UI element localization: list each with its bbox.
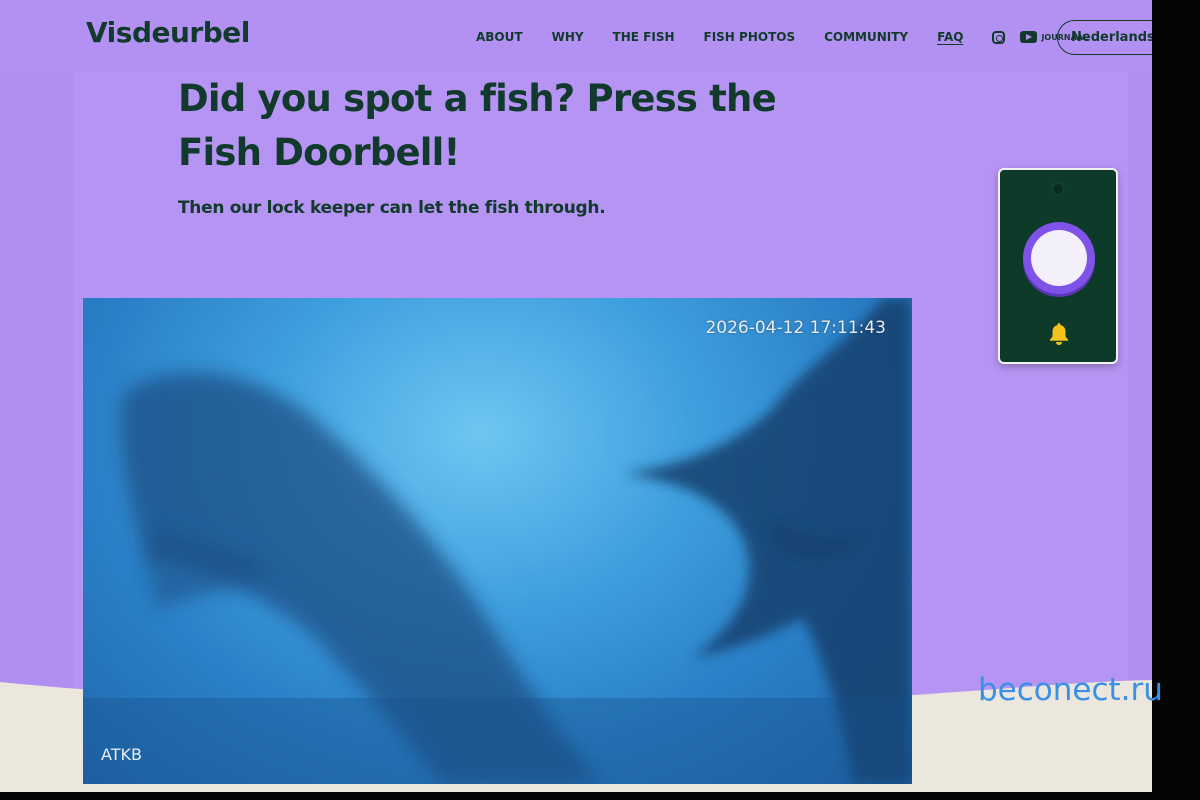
camera-label: ATKB	[101, 745, 142, 764]
youtube-icon	[1020, 31, 1038, 43]
camera-icon	[1051, 182, 1065, 196]
fish-silhouettes	[83, 298, 912, 784]
nav-fish-photos[interactable]: FISH PHOTOS	[704, 30, 796, 44]
hero-title: Did you spot a fish? Press the Fish Door…	[178, 77, 777, 174]
nav-why[interactable]: WHY	[552, 30, 584, 44]
fish-doorbell-widget	[998, 168, 1118, 364]
site-header: Visdeurbel ABOUT WHY THE FISH FISH PHOTO…	[0, 0, 1152, 72]
nav-faq[interactable]: FAQ	[937, 30, 963, 44]
instagram-icon[interactable]	[992, 30, 1006, 44]
nav-the-fish[interactable]: THE FISH	[613, 30, 675, 44]
nav-community[interactable]: COMMUNITY	[824, 30, 908, 44]
site-logo[interactable]: Visdeurbel	[86, 16, 250, 49]
screen-bezel-bottom	[0, 792, 1200, 800]
main-nav: ABOUT WHY THE FISH FISH PHOTOS COMMUNITY…	[476, 30, 1112, 44]
bell-icon	[1050, 323, 1068, 345]
doorbell-button-face	[1031, 230, 1087, 286]
hero-subtitle: Then our lock keeper can let the fish th…	[178, 198, 606, 218]
nav-about[interactable]: ABOUT	[476, 30, 523, 44]
language-button[interactable]: Nederlands	[1057, 20, 1152, 55]
watermark: beconect.ru	[978, 672, 1163, 708]
fish-camera-video[interactable]: 2026-04-12 17:11:43 ATKB	[83, 298, 912, 784]
doorbell-button[interactable]	[1023, 222, 1095, 294]
video-timestamp: 2026-04-12 17:11:43	[705, 318, 886, 338]
